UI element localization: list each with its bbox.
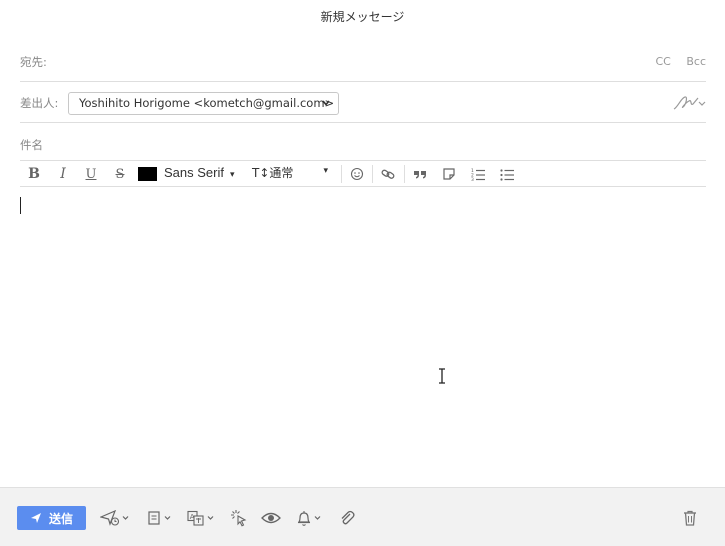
toolbar-divider [372, 165, 373, 183]
bold-button[interactable]: B [27, 165, 41, 183]
to-label: 宛先: [20, 55, 47, 69]
bulleted-list-icon[interactable] [499, 166, 515, 182]
chevron-down-icon [164, 516, 171, 520]
translate-icon: A [187, 510, 204, 526]
read-tracking-button[interactable] [261, 508, 281, 528]
reminder-bell-icon [297, 510, 311, 526]
bottom-action-bar: 送信 A [0, 487, 725, 546]
cc-bcc-links: CC Bcc [643, 55, 706, 68]
format-toolbar: B I U S Sans Serif ▾ T↕通常 ▾ 1 2 3 [20, 161, 706, 187]
underline-button[interactable]: U [84, 165, 98, 183]
chevron-down-icon [122, 516, 129, 520]
mouse-ibeam-cursor-icon [439, 368, 445, 384]
font-size-value: 通常 [269, 166, 294, 180]
svg-text:3: 3 [471, 177, 474, 182]
signature-icon[interactable] [672, 94, 706, 112]
translate-button[interactable]: A [187, 508, 214, 528]
numbered-list-icon[interactable]: 1 2 3 [470, 166, 486, 182]
font-family-arrow: ▾ [229, 169, 235, 179]
font-size-select[interactable]: T↕通常 ▾ [252, 164, 328, 181]
subject-row[interactable]: 件名 [20, 123, 706, 161]
attach-button[interactable] [339, 508, 355, 528]
template-button[interactable] [146, 508, 171, 528]
font-size-arrow: ▾ [323, 166, 328, 176]
chevron-down-icon [322, 100, 330, 106]
send-label: 送信 [48, 511, 73, 526]
reminder-button[interactable] [296, 508, 321, 528]
subject-label: 件名 [20, 138, 43, 152]
emoji-icon[interactable] [349, 166, 365, 182]
chevron-down-icon [314, 516, 321, 520]
window-title: 新規メッセージ [320, 10, 405, 24]
template-icon [148, 511, 160, 525]
italic-button[interactable]: I [56, 165, 70, 183]
from-value: Yoshihito Horigome <kometch@gmail.com> [79, 96, 335, 110]
toolbar-divider [404, 165, 405, 183]
click-tracking-button[interactable] [230, 508, 248, 528]
strikethrough-button[interactable]: S [113, 165, 127, 183]
font-family-value: Sans Serif [164, 165, 224, 180]
trash-icon [684, 510, 696, 526]
to-row[interactable]: 宛先: CC Bcc [20, 48, 706, 82]
read-tracking-icon [261, 512, 281, 524]
scheduled-send-icon [100, 510, 120, 526]
scheduled-send-button[interactable] [100, 508, 129, 528]
font-size-prefix: T↕ [252, 166, 270, 180]
discard-button[interactable] [682, 508, 698, 528]
attachment-icon [341, 510, 355, 525]
from-label: 差出人: [20, 96, 59, 110]
toolbar-divider [341, 165, 342, 183]
quote-icon[interactable] [412, 166, 428, 182]
send-plane-icon [30, 513, 41, 523]
text-color-swatch[interactable] [138, 167, 157, 181]
cc-link[interactable]: CC [655, 55, 670, 68]
from-select[interactable]: Yoshihito Horigome <kometch@gmail.com> [68, 92, 339, 115]
link-icon[interactable] [380, 166, 396, 182]
text-cursor [20, 197, 21, 214]
font-family-select[interactable]: Sans Serif ▾ [164, 165, 235, 180]
note-icon[interactable] [441, 166, 457, 182]
chevron-down-icon [207, 516, 214, 520]
click-tracking-icon [231, 510, 247, 527]
bcc-link[interactable]: Bcc [686, 55, 706, 68]
send-button[interactable]: 送信 [17, 506, 86, 530]
from-row: 差出人: Yoshihito Horigome <kometch@gmail.c… [20, 82, 706, 123]
